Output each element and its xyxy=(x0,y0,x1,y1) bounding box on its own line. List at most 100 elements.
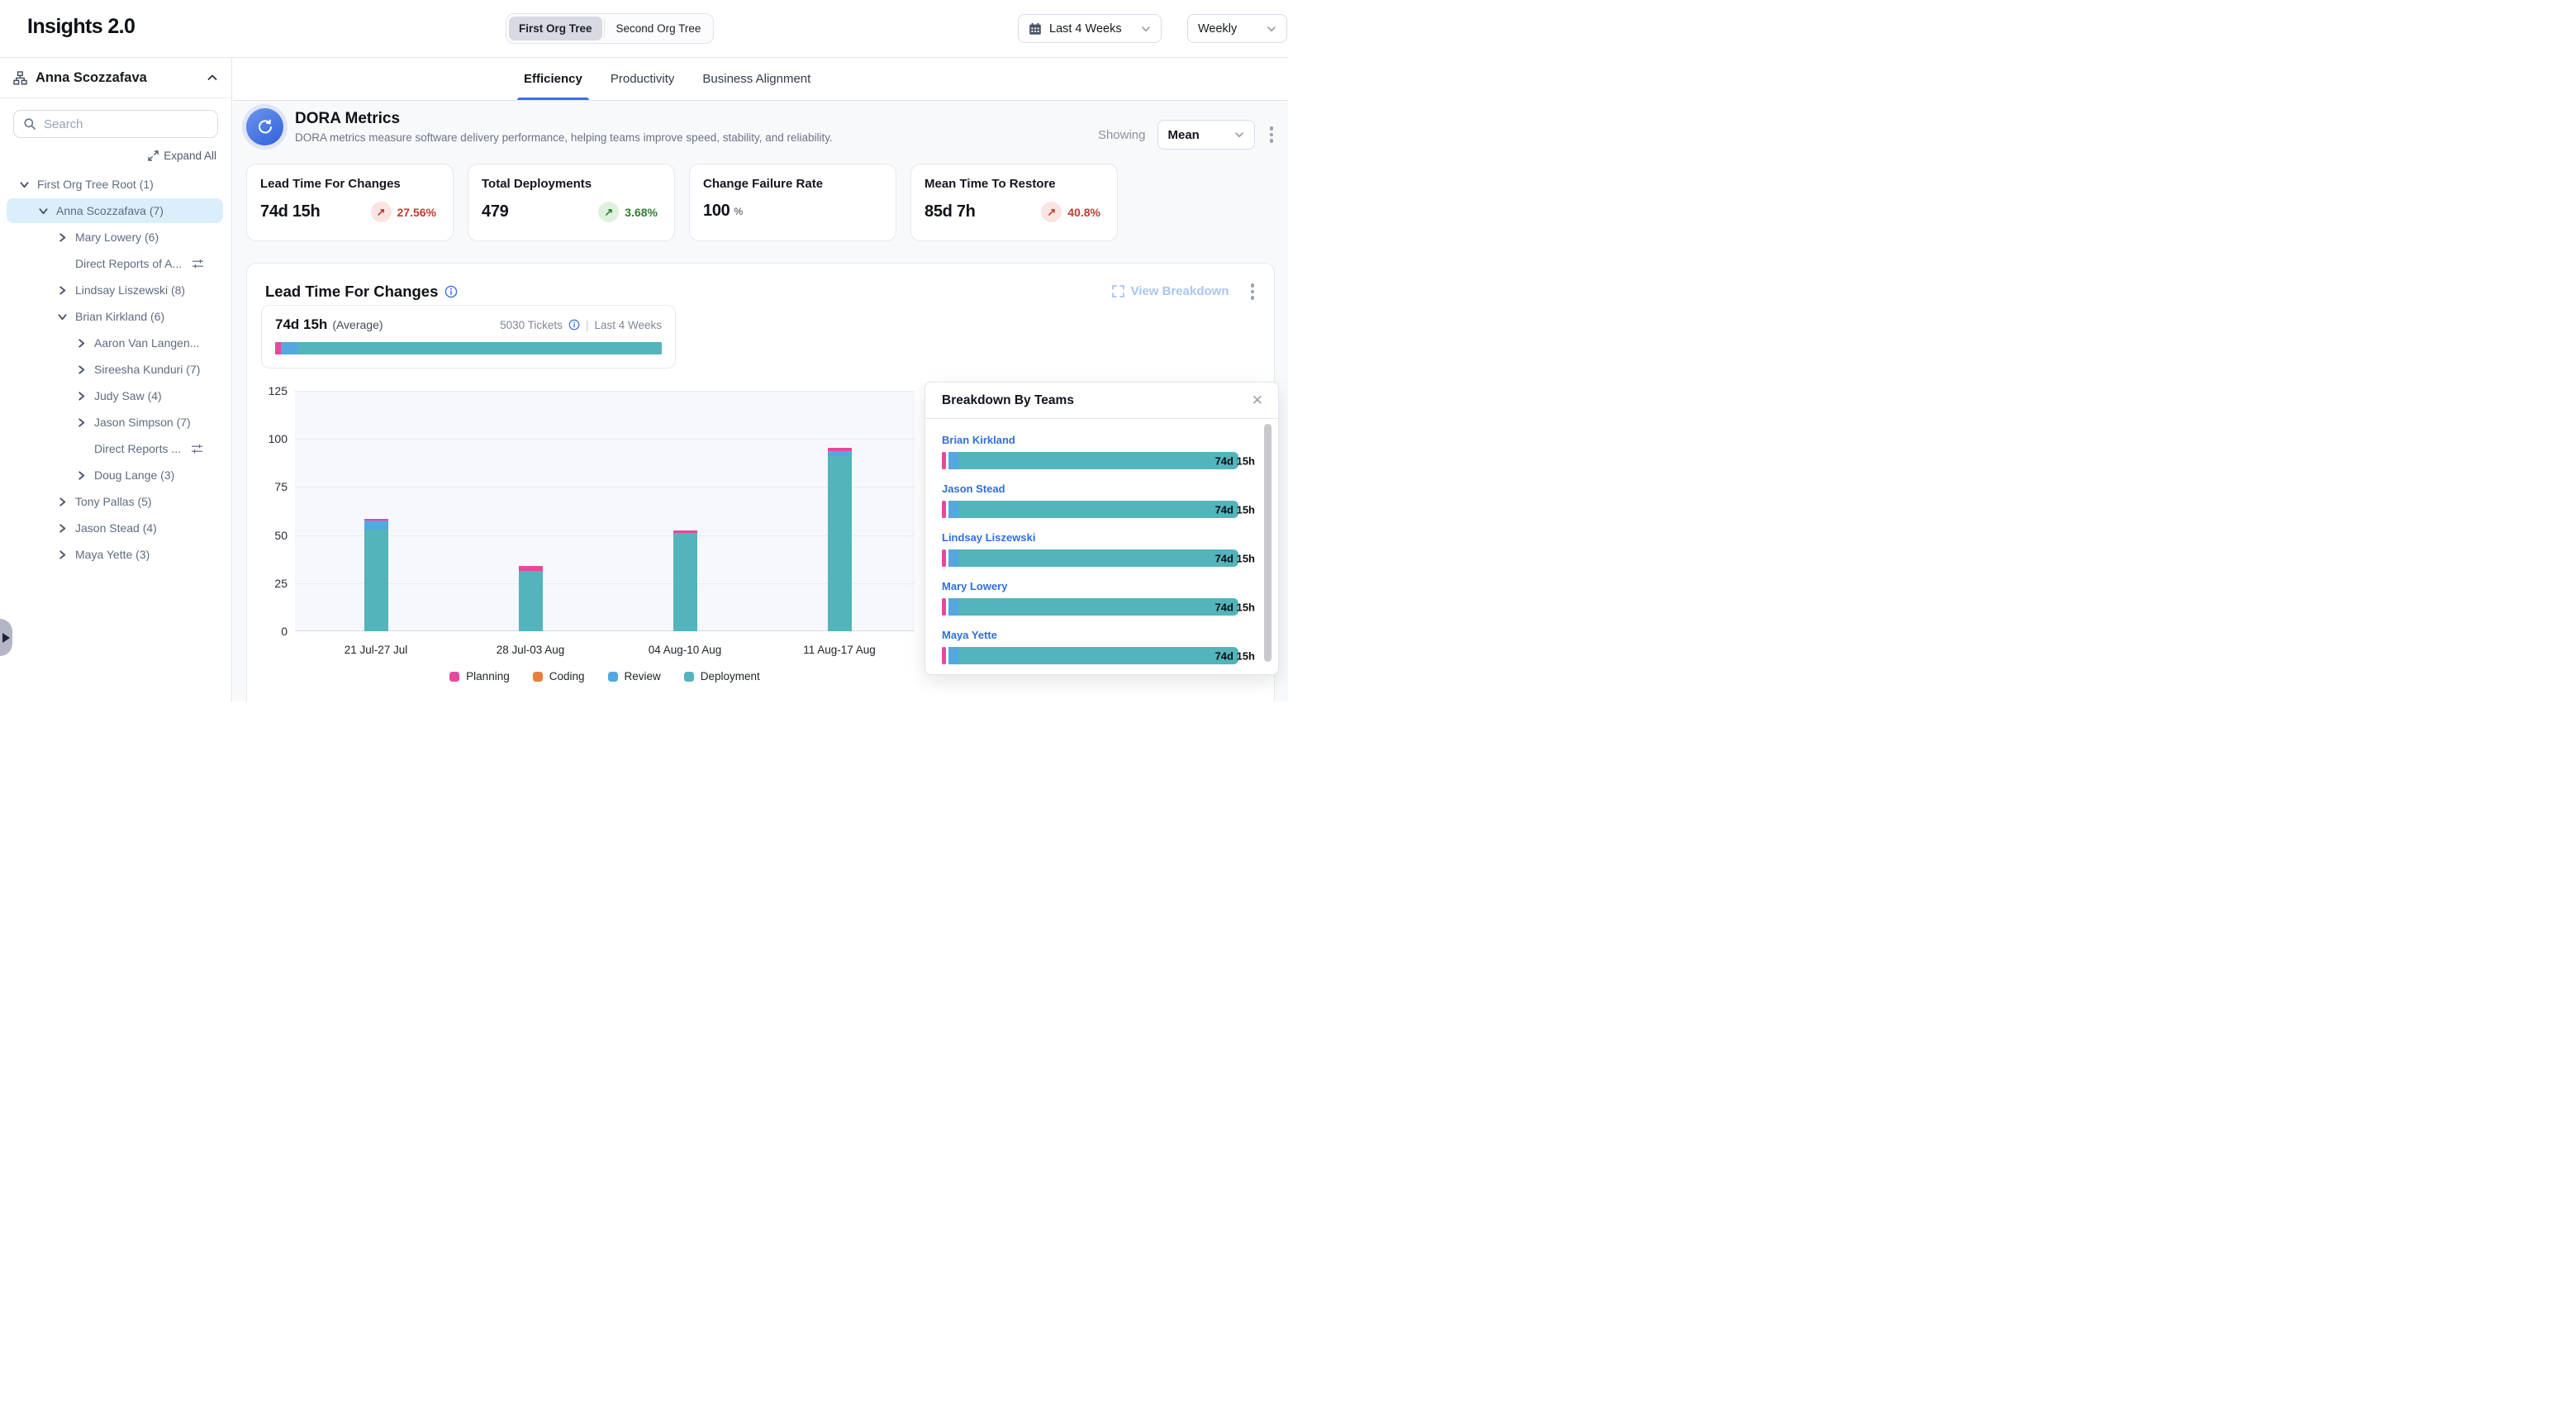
tree-item-label: First Org Tree Root (1) xyxy=(37,178,154,191)
expand-all-button[interactable]: Expand All xyxy=(0,141,231,167)
team-name-link[interactable]: Mary Lowery xyxy=(942,580,1007,592)
x-axis-label-21-jul-27-jul: 21 Jul-27 Jul xyxy=(310,644,442,656)
tab-productivity[interactable]: Productivity xyxy=(611,58,675,100)
tree-item-direct-reports[interactable]: Direct Reports ... xyxy=(7,436,223,461)
team-lead-time-value: 74d 15h xyxy=(1215,552,1255,564)
tree-item-mary-lowery-6[interactable]: Mary Lowery (6) xyxy=(7,225,223,250)
y-axis-tick-50: 50 xyxy=(261,529,288,542)
tree-item-jason-simpson-7[interactable]: Jason Simpson (7) xyxy=(7,410,223,435)
team-bar-segment-planning xyxy=(942,647,946,664)
legend-label: Planning xyxy=(466,670,510,682)
team-name-link[interactable]: Maya Yette xyxy=(942,629,997,641)
view-breakdown-button[interactable]: View Breakdown xyxy=(1112,284,1229,298)
avg-bar-segment-review xyxy=(281,342,298,354)
team-lead-time-value: 74d 15h xyxy=(1215,503,1255,516)
chevron-down-icon xyxy=(1234,130,1244,140)
filter-sliders-icon[interactable] xyxy=(191,444,203,454)
tree-item-judy-saw-4[interactable]: Judy Saw (4) xyxy=(7,383,223,408)
legend-label: Deployment xyxy=(701,670,760,682)
team-name-link[interactable]: Jason Stead xyxy=(942,483,1005,495)
chevron-right-icon xyxy=(58,550,67,559)
legend-item-coding[interactable]: Coding xyxy=(533,670,585,682)
tab-business-alignment[interactable]: Business Alignment xyxy=(702,58,810,100)
info-icon[interactable] xyxy=(444,285,458,298)
toggle-first-org-tree[interactable]: First Org Tree xyxy=(509,17,602,40)
date-range-select[interactable]: Last 4 Weeks xyxy=(1018,14,1162,43)
legend-item-deployment[interactable]: Deployment xyxy=(684,670,760,682)
legend-swatch-review xyxy=(608,672,618,682)
aggregation-select[interactable]: Mean xyxy=(1157,120,1255,150)
metric-value: 100 xyxy=(703,202,730,221)
team-lead-time-value: 74d 15h xyxy=(1215,454,1255,467)
date-range-value: Last 4 Weeks xyxy=(1049,22,1122,36)
tree-item-maya-yette-3[interactable]: Maya Yette (3) xyxy=(7,542,223,567)
tree-item-doug-lange-3[interactable]: Doug Lange (3) xyxy=(7,463,223,487)
team-bar-segment-deployment xyxy=(958,598,1238,616)
tree-item-lindsay-liszewski-8[interactable]: Lindsay Liszewski (8) xyxy=(7,278,223,302)
stacked-bar-21-jul-27-jul xyxy=(364,519,388,631)
breakdown-row-jason-stead: Jason Stead 74d 15h xyxy=(942,482,1238,518)
info-icon[interactable] xyxy=(568,319,580,331)
breakdown-row-mary-lowery: Mary Lowery 74d 15h xyxy=(942,579,1238,616)
arrow-up-right-icon: ↗ xyxy=(604,206,613,219)
trend-value: 40.8% xyxy=(1067,206,1100,219)
lead-time-kebab-menu-button[interactable] xyxy=(1248,280,1258,303)
calendar-icon xyxy=(1029,22,1042,36)
trend-badge: ↗27.56% xyxy=(371,202,436,222)
tree-item-label: Doug Lange (3) xyxy=(94,468,174,482)
panel-scrollbar-thumb[interactable] xyxy=(1264,424,1271,662)
tree-item-label: Sireesha Kunduri (7) xyxy=(94,363,200,376)
granularity-select[interactable]: Weekly xyxy=(1187,14,1287,43)
metric-value: 85d 7h xyxy=(924,202,976,221)
metric-cards-row: Lead Time For Changes 74d 15h ↗27.56%Tot… xyxy=(246,164,1118,241)
collapse-sidebar-chevron-up-icon[interactable] xyxy=(207,72,218,83)
tabs-bar: Efficiency Productivity Business Alignment xyxy=(233,58,1288,101)
tree-item-sireesha-kunduri-7[interactable]: Sireesha Kunduri (7) xyxy=(7,357,223,382)
tree-item-brian-kirkland-6[interactable]: Brian Kirkland (6) xyxy=(7,304,223,329)
period-label: Last 4 Weeks xyxy=(594,319,662,331)
team-bar-segment-review xyxy=(948,501,959,518)
x-axis-label-28-jul-03-aug: 28 Jul-03 Aug xyxy=(464,644,596,656)
tree-item-jason-stead-4[interactable]: Jason Stead (4) xyxy=(7,516,223,540)
x-axis-line xyxy=(295,630,915,631)
expand-all-icon xyxy=(148,150,159,161)
breakdown-panel-title: Breakdown By Teams xyxy=(942,393,1074,408)
granularity-value: Weekly xyxy=(1198,22,1237,36)
legend-label: Coding xyxy=(549,670,585,682)
chart-legend: Planning Coding Review Deployment xyxy=(295,670,915,682)
team-bar-segment-review xyxy=(948,549,959,567)
dora-metrics-header: DORA Metrics DORA metrics measure softwa… xyxy=(246,108,833,145)
metric-title: Change Failure Rate xyxy=(703,177,882,191)
legend-item-review[interactable]: Review xyxy=(608,670,661,682)
team-bar-segment-review xyxy=(948,647,959,664)
tab-efficiency[interactable]: Efficiency xyxy=(524,58,582,100)
tree-item-tony-pallas-5[interactable]: Tony Pallas (5) xyxy=(7,489,223,514)
expand-corners-icon xyxy=(1112,285,1124,297)
breakdown-row-lindsay-liszewski: Lindsay Liszewski 74d 15h xyxy=(942,530,1238,567)
dora-kebab-menu-button[interactable] xyxy=(1267,123,1277,146)
close-icon[interactable]: ✕ xyxy=(1252,393,1263,407)
team-name-link[interactable]: Brian Kirkland xyxy=(942,434,1015,446)
team-lead-time-bar: 74d 15h xyxy=(942,452,1238,469)
metric-card-mean-time-to-restore: Mean Time To Restore 85d 7h ↗40.8% xyxy=(910,164,1118,241)
tree-item-anna-scozzafava-7[interactable]: Anna Scozzafava (7) xyxy=(7,198,223,223)
team-name-link[interactable]: Lindsay Liszewski xyxy=(942,531,1035,544)
breakdown-row-maya-yette: Maya Yette 74d 15h xyxy=(942,628,1238,664)
chevron-right-icon xyxy=(77,339,86,348)
legend-label: Review xyxy=(625,670,661,682)
gridline-50 xyxy=(295,535,915,536)
metric-title: Lead Time For Changes xyxy=(260,177,440,191)
toggle-second-org-tree[interactable]: Second Org Tree xyxy=(606,17,711,40)
tree-item-first-org-tree-root-1[interactable]: First Org Tree Root (1) xyxy=(7,172,223,197)
team-bar-segment-planning xyxy=(942,452,946,469)
tree-item-direct-reports-of-a[interactable]: Direct Reports of A... xyxy=(7,251,223,276)
filter-sliders-icon[interactable] xyxy=(192,259,204,269)
chevron-down-icon xyxy=(58,312,67,321)
tree-item-aaron-van-langen[interactable]: Aaron Van Langen... xyxy=(7,331,223,355)
search-input[interactable] xyxy=(44,117,208,131)
main-content: Efficiency Productivity Business Alignment… xyxy=(233,58,1288,702)
legend-item-planning[interactable]: Planning xyxy=(449,670,510,682)
app-header: Insights 2.0 First Org TreeSecond Org Tr… xyxy=(0,0,1288,58)
team-lead-time-bar: 74d 15h xyxy=(942,647,1238,664)
dora-title: DORA Metrics xyxy=(295,110,833,128)
